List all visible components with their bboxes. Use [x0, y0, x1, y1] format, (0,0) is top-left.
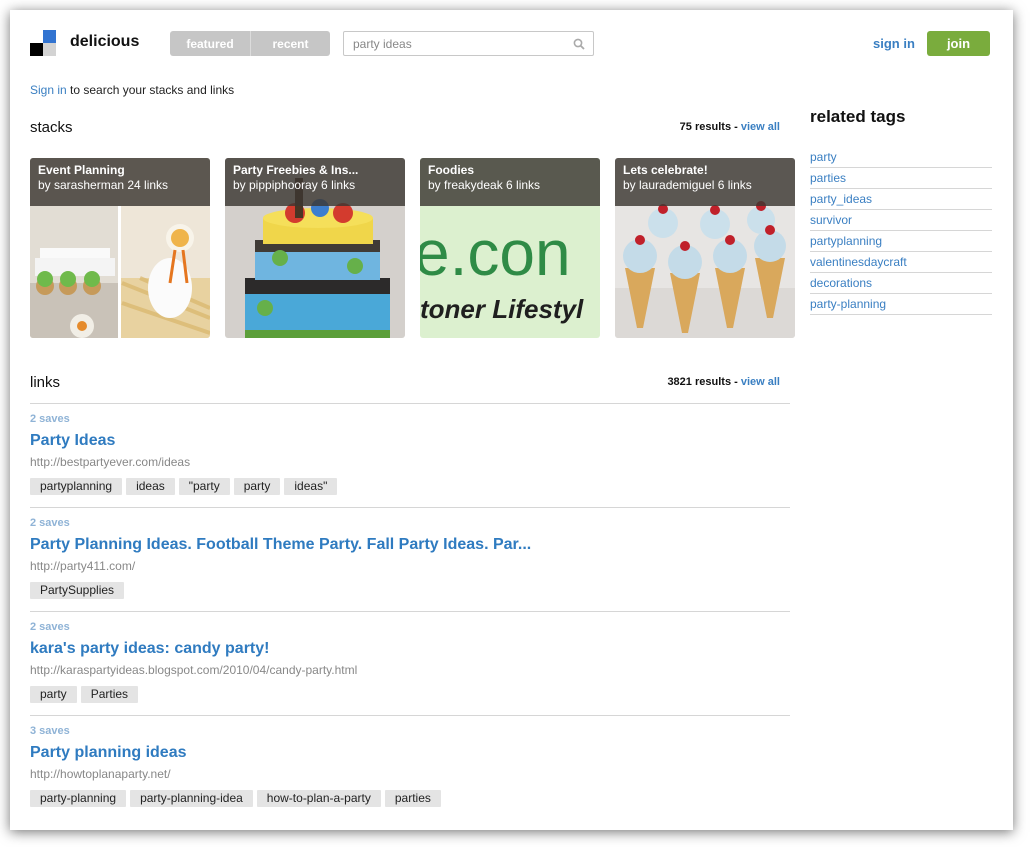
stacks-view-all-link[interactable]: view all	[741, 121, 780, 133]
tag-list: party-planning party-planning-idea how-t…	[30, 790, 790, 807]
sign-in-hint: Sign in to search your stacks and links	[30, 83, 234, 97]
hint-sign-in-link[interactable]: Sign in	[30, 83, 67, 97]
foodies-image-big-text: e.con	[420, 217, 571, 289]
stack-caption: Event Planning by sarasherman 24 links	[30, 158, 210, 206]
stack-title: Foodies	[428, 163, 475, 177]
tab-recent[interactable]: recent	[250, 31, 330, 56]
related-tag[interactable]: party_ideas	[810, 189, 992, 210]
links-view-all-link[interactable]: view all	[741, 376, 780, 388]
links-count: 3821	[667, 376, 692, 388]
list-item: 2 saves kara's party ideas: candy party!…	[30, 611, 790, 715]
tag[interactable]: party-planning	[30, 790, 127, 807]
related-tag[interactable]: parties	[810, 168, 992, 189]
browser-window: delicious featured recent sign in join S…	[10, 10, 1013, 830]
tag[interactable]: Parties	[80, 686, 139, 703]
stack-caption: Lets celebrate! by laurademiguel 6 links	[615, 158, 795, 206]
saves-count[interactable]: 3 saves	[30, 725, 790, 737]
related-tag[interactable]: party	[810, 147, 992, 168]
saves-count[interactable]: 2 saves	[30, 413, 790, 425]
feed-tabs: featured recent	[170, 31, 330, 56]
tag-list: party Parties	[30, 686, 790, 703]
foodies-image-small-text: toner Lifestyl	[420, 294, 584, 324]
stack-card-lets-celebrate[interactable]: Lets celebrate! by laurademiguel 6 links	[615, 158, 795, 338]
link-title[interactable]: Party planning ideas	[30, 744, 790, 762]
tag-list: partyplanning ideas "party party ideas"	[30, 478, 790, 495]
tag[interactable]: partyplanning	[30, 478, 123, 495]
page: delicious featured recent sign in join S…	[10, 10, 1013, 830]
tag[interactable]: party-planning-idea	[130, 790, 253, 807]
links-heading: links	[30, 374, 61, 391]
links-separator: -	[734, 376, 738, 388]
stack-byline: by pippiphooray 6 links	[233, 178, 356, 192]
delicious-logo-icon[interactable]	[30, 30, 56, 56]
join-button[interactable]: join	[927, 31, 990, 56]
related-tag[interactable]: partyplanning	[810, 231, 992, 252]
list-item: 2 saves Party Planning Ideas. Football T…	[30, 507, 790, 611]
stack-card-foodies[interactable]: e.con toner Lifestyl Foodies by freakyde…	[420, 158, 600, 338]
link-url: http://karaspartyideas.blogspot.com/2010…	[30, 663, 358, 677]
stack-title: Party Freebies & Ins...	[233, 163, 359, 177]
stack-caption: Foodies by freakydeak 6 links	[420, 158, 600, 206]
stack-byline: by sarasherman 24 links	[38, 178, 169, 192]
stacks-heading: stacks	[30, 119, 73, 136]
stack-caption: Party Freebies & Ins... by pippiphooray …	[225, 158, 405, 206]
tab-featured[interactable]: featured	[170, 31, 250, 56]
link-title[interactable]: kara's party ideas: candy party!	[30, 640, 790, 658]
saves-count[interactable]: 2 saves	[30, 621, 790, 633]
tag[interactable]: ideas	[126, 478, 175, 495]
sign-in-link[interactable]: sign in	[873, 36, 915, 51]
related-tag[interactable]: valentinesdaycraft	[810, 252, 992, 273]
stack-byline: by freakydeak 6 links	[428, 178, 541, 192]
search-icon[interactable]	[573, 38, 585, 50]
related-tags-list: party parties party_ideas survivor party…	[810, 147, 992, 315]
tag[interactable]: parties	[384, 790, 441, 807]
links-results-label: results	[694, 376, 732, 388]
link-title[interactable]: Party Planning Ideas. Football Theme Par…	[30, 536, 790, 554]
related-tag[interactable]: party-planning	[810, 294, 992, 315]
tag[interactable]: party	[30, 686, 77, 703]
list-item: 3 saves Party planning ideas http://howt…	[30, 715, 790, 819]
tag[interactable]: ideas"	[284, 478, 338, 495]
stack-title: Event Planning	[38, 163, 125, 177]
link-url: http://bestpartyever.com/ideas	[30, 455, 191, 469]
stack-card-event-planning[interactable]: Event Planning by sarasherman 24 links	[30, 158, 210, 338]
hint-text: to search your stacks and links	[66, 83, 235, 97]
links-results: 3821 results - view all	[667, 376, 780, 388]
tag[interactable]: how-to-plan-a-party	[256, 790, 381, 807]
tag[interactable]: party	[233, 478, 281, 495]
saves-count[interactable]: 2 saves	[30, 517, 790, 529]
search-box	[343, 31, 594, 56]
tag[interactable]: PartySupplies	[30, 582, 125, 599]
stack-title: Lets celebrate!	[623, 163, 708, 177]
related-tag[interactable]: survivor	[810, 210, 992, 231]
link-url: http://party411.com/	[30, 559, 136, 573]
stacks-results-label: results	[694, 121, 732, 133]
tag-list: PartySupplies	[30, 582, 790, 599]
list-item: 2 saves Party Ideas http://bestpartyever…	[30, 403, 790, 507]
links-list: 2 saves Party Ideas http://bestpartyever…	[30, 403, 790, 819]
stacks-row: Event Planning by sarasherman 24 links P…	[30, 158, 795, 338]
stacks-count: 75	[679, 121, 692, 133]
tag[interactable]: "party	[178, 478, 230, 495]
link-title[interactable]: Party Ideas	[30, 432, 790, 450]
link-url: http://howtoplanaparty.net/	[30, 767, 171, 781]
search-input[interactable]	[344, 32, 564, 55]
related-tags-heading: related tags	[810, 107, 906, 126]
stack-byline: by laurademiguel 6 links	[623, 178, 752, 192]
related-tag[interactable]: decorations	[810, 273, 992, 294]
stack-card-party-freebies[interactable]: Party Freebies & Ins... by pippiphooray …	[225, 158, 405, 338]
stacks-separator: -	[734, 121, 738, 133]
stacks-results: 75 results - view all	[680, 121, 780, 133]
brand-name[interactable]: delicious	[70, 33, 139, 51]
